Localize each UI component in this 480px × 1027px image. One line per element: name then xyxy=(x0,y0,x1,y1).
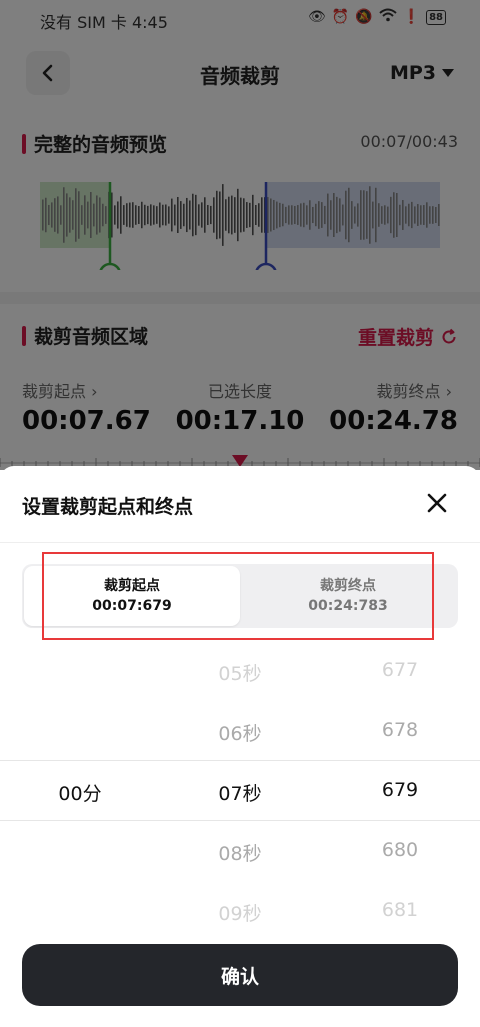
picker-item-selected: 07秒 xyxy=(218,783,262,805)
picker-item: 681 xyxy=(381,899,419,921)
picker-item: 677 xyxy=(381,659,419,681)
confirm-button[interactable]: 确认 xyxy=(22,944,458,1006)
modal-dim-overlay[interactable] xyxy=(0,0,480,470)
picker-item: 680 xyxy=(381,839,419,861)
millisecond-picker[interactable]: 677 678 679 680 681 xyxy=(320,466,480,946)
minute-picker[interactable]: 00分 xyxy=(0,779,160,806)
picker-item: 678 xyxy=(381,719,419,741)
picker-item-selected: 679 xyxy=(381,779,419,801)
picker-item: 09秒 xyxy=(218,903,262,925)
second-picker[interactable]: 05秒 06秒 07秒 08秒 09秒 xyxy=(160,466,320,946)
picker-item: 05秒 xyxy=(218,663,262,685)
picker-item: 06秒 xyxy=(218,723,262,745)
picker-item: 08秒 xyxy=(218,843,262,865)
set-crop-sheet: 设置裁剪起点和终点 裁剪起点 00:07:679 裁剪终点 00:24:783 … xyxy=(0,466,480,1027)
